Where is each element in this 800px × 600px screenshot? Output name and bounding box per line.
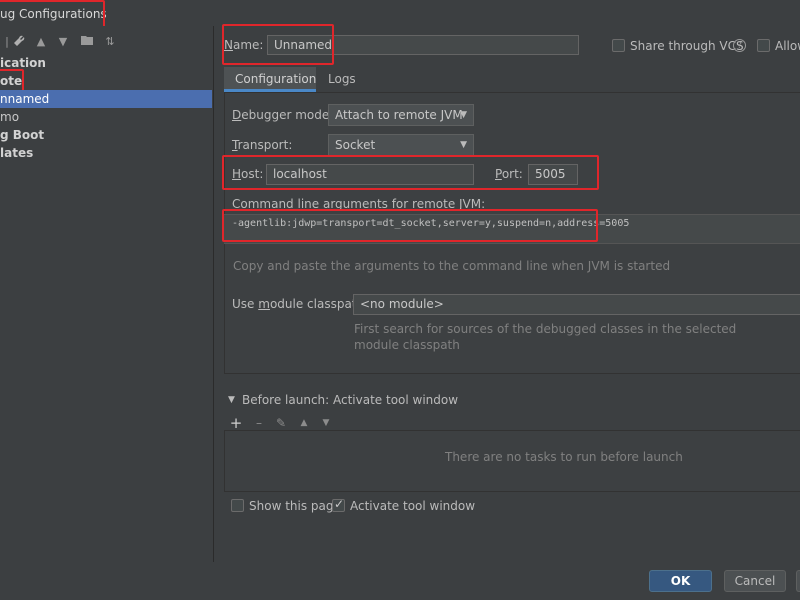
highlight-remote <box>0 69 24 92</box>
wrench-icon[interactable] <box>12 35 26 49</box>
before-launch-title[interactable]: Before launch: Activate tool window <box>242 391 458 409</box>
highlight-cmd-args <box>222 209 598 242</box>
sort-icon[interactable]: ⇅ <box>103 35 117 49</box>
highlight-host-port <box>222 155 599 190</box>
debugger-mode-value: Attach to remote JVM <box>335 108 463 122</box>
move-down-icon[interactable]: ▼ <box>319 416 333 430</box>
sidebar-item-templates[interactable]: lates <box>0 144 33 162</box>
show-page-label: Show this page <box>249 499 341 513</box>
module-classpath-label: Use module classpath: <box>232 297 369 311</box>
tab-configuration-label: Configuration <box>235 72 317 86</box>
tab-logs[interactable]: Logs <box>328 70 356 88</box>
activate-tool-window-label: Activate tool window <box>350 499 476 513</box>
show-page-checkbox[interactable] <box>231 499 244 512</box>
sidebar-item-demo[interactable]: mo <box>0 108 19 126</box>
ok-button[interactable]: OK <box>649 570 712 592</box>
arrow-up-icon[interactable]: ▲ <box>34 35 48 49</box>
help-icon[interactable]: ? <box>733 39 746 52</box>
collapse-triangle-icon[interactable]: ▼ <box>228 395 235 405</box>
folder-add-icon[interactable] <box>80 35 94 49</box>
chevron-down-icon: ▼ <box>460 140 467 150</box>
move-up-icon[interactable]: ▲ <box>297 416 311 430</box>
module-classpath-select[interactable]: <no module> <box>353 294 800 315</box>
apply-button-edge[interactable] <box>796 570 800 592</box>
share-vcs-label: Share through VCS <box>630 39 744 53</box>
no-tasks-text: There are no tasks to run before launch <box>445 450 683 464</box>
cancel-button[interactable]: Cancel <box>724 570 786 592</box>
share-vcs-checkbox[interactable] <box>612 39 625 52</box>
activate-tool-window-checkbox[interactable] <box>332 497 345 512</box>
add-task-icon[interactable]: + <box>229 416 243 431</box>
allow-label: Allow <box>775 39 800 53</box>
chevron-down-icon: ▼ <box>460 110 467 120</box>
arrow-down-icon[interactable]: ▼ <box>56 35 70 49</box>
edit-task-icon[interactable]: ✎ <box>274 416 288 430</box>
allow-checkbox[interactable] <box>757 39 770 52</box>
module-hint-line2: module classpath <box>354 338 460 352</box>
transport-value: Socket <box>335 138 376 152</box>
highlight-title <box>0 0 105 28</box>
sidebar-item-spring-boot[interactable]: g Boot <box>0 126 44 144</box>
transport-select[interactable]: Socket ▼ <box>328 134 474 156</box>
debugger-mode-select[interactable]: Attach to remote JVM ▼ <box>328 104 474 126</box>
highlight-name <box>222 24 334 65</box>
transport-label: Transport: <box>232 138 293 152</box>
remove-task-icon[interactable]: – <box>252 416 266 430</box>
cmd-args-hint: Copy and paste the arguments to the comm… <box>233 259 671 273</box>
sidebar-item-unnamed[interactable]: nnamed <box>0 90 212 108</box>
debugger-mode-label: Debugger mode: <box>232 108 334 122</box>
